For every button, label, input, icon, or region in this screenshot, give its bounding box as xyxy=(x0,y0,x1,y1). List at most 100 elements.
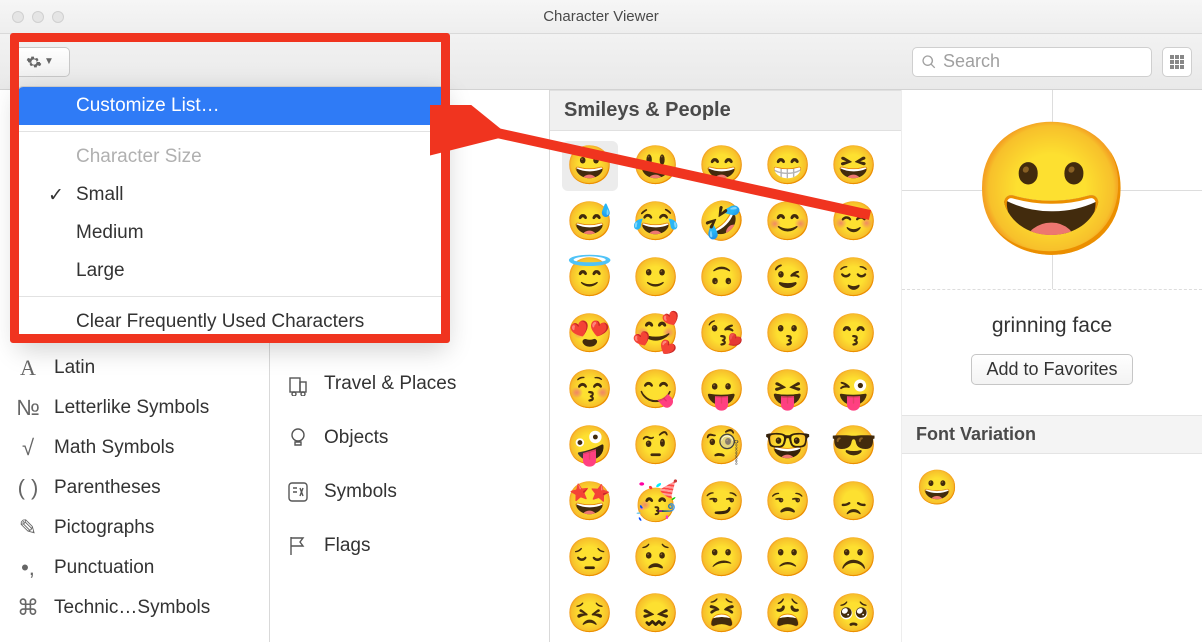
emoji-cell[interactable]: 😏 xyxy=(694,477,750,527)
emoji-cell[interactable]: 😎 xyxy=(826,421,882,471)
numero-icon: № xyxy=(14,394,42,422)
emoji-cell[interactable]: 😟 xyxy=(628,533,684,583)
menu-customize-list[interactable]: Customize List… xyxy=(18,87,446,125)
emoji-cell[interactable]: 😃 xyxy=(628,141,684,191)
window-title: Character Viewer xyxy=(543,8,659,25)
emoji-cell[interactable]: 😁 xyxy=(760,141,816,191)
category-parentheses[interactable]: ( ) Parentheses xyxy=(0,468,269,508)
emoji-cell[interactable]: 😞 xyxy=(826,477,882,527)
traffic-close[interactable] xyxy=(12,11,24,23)
emoji-cell[interactable]: 😘 xyxy=(694,309,750,359)
category-label: Letterlike Symbols xyxy=(54,397,209,419)
emoji-category-travel[interactable]: Travel & Places xyxy=(270,364,549,404)
titlebar: Character Viewer xyxy=(0,0,1202,34)
settings-menu-button[interactable]: ▼ xyxy=(10,47,70,77)
emoji-cell[interactable]: 🥳 xyxy=(628,477,684,527)
emoji-cell[interactable]: 🤩 xyxy=(562,477,618,527)
category-label: Math Symbols xyxy=(54,437,174,459)
punct-icon: •, xyxy=(14,554,42,582)
character-grid-column: Smileys & People 😀😃😄😁😆 😅😂🤣😊☺️ 😇🙂🙃😉😌 😍🥰😘😗😙 😚😋… xyxy=(550,90,902,642)
category-label: Punctuation xyxy=(54,557,154,579)
paren-icon: ( ) xyxy=(14,474,42,502)
grid-icon xyxy=(1169,54,1185,70)
menu-size-small[interactable]: ✓ Small xyxy=(18,176,446,214)
emoji-cell[interactable]: 🤨 xyxy=(628,421,684,471)
emoji-category-symbols[interactable]: Symbols xyxy=(270,472,549,512)
symbols-icon xyxy=(284,478,312,506)
emoji-cell[interactable]: 😕 xyxy=(694,533,750,583)
command-icon: ⌘ xyxy=(14,594,42,622)
emoji-cell[interactable]: 😩 xyxy=(760,589,816,639)
menu-size-medium[interactable]: Medium xyxy=(18,214,446,252)
emoji-cell[interactable]: 😔 xyxy=(562,533,618,583)
emoji-cell[interactable]: 😖 xyxy=(628,589,684,639)
pen-icon: ✎ xyxy=(14,514,42,542)
emoji-cell[interactable]: 🙂 xyxy=(628,253,684,303)
emoji-cell[interactable]: 🤓 xyxy=(760,421,816,471)
category-label: Latin xyxy=(54,357,95,379)
flag-icon xyxy=(284,532,312,560)
grid-section-header: Smileys & People xyxy=(550,90,901,131)
emoji-cell[interactable]: 😍 xyxy=(562,309,618,359)
search-icon xyxy=(921,54,937,70)
emoji-cell[interactable]: 🤣 xyxy=(694,197,750,247)
emoji-cell[interactable]: ☺️ xyxy=(826,197,882,247)
emoji-cell[interactable]: ☹️ xyxy=(826,533,882,583)
emoji-category-objects[interactable]: Objects xyxy=(270,418,549,458)
category-label: Objects xyxy=(324,427,388,449)
traffic-minimize[interactable] xyxy=(32,11,44,23)
emoji-cell[interactable]: 🥺 xyxy=(826,589,882,639)
category-pictographs[interactable]: ✎ Pictographs xyxy=(0,508,269,548)
emoji-cell[interactable]: 😫 xyxy=(694,589,750,639)
emoji-cell[interactable]: 😜 xyxy=(826,365,882,415)
emoji-cell[interactable]: 😛 xyxy=(694,365,750,415)
check-icon: ✓ xyxy=(48,184,64,207)
emoji-cell[interactable]: 😝 xyxy=(760,365,816,415)
emoji-cell[interactable]: 😂 xyxy=(628,197,684,247)
emoji-cell[interactable]: 😋 xyxy=(628,365,684,415)
emoji-cell[interactable]: 😚 xyxy=(562,365,618,415)
category-label: Technic…Symbols xyxy=(54,597,210,619)
emoji-cell[interactable]: 😙 xyxy=(826,309,882,359)
font-variation-list: 😀 xyxy=(902,454,1202,522)
emoji-cell[interactable]: 😉 xyxy=(760,253,816,303)
emoji-cell[interactable]: 😄 xyxy=(694,141,750,191)
emoji-cell[interactable]: 😆 xyxy=(826,141,882,191)
emoji-category-flags[interactable]: Flags xyxy=(270,526,549,566)
emoji-cell[interactable]: 😗 xyxy=(760,309,816,359)
emoji-cell[interactable]: 🥰 xyxy=(628,309,684,359)
font-variation-header: Font Variation xyxy=(902,415,1202,454)
letter-a-icon: A xyxy=(14,354,42,382)
emoji-cell[interactable]: 🙁 xyxy=(760,533,816,583)
menu-size-header: Character Size xyxy=(18,138,446,176)
category-punctuation[interactable]: •, Punctuation xyxy=(0,548,269,588)
category-letterlike[interactable]: № Letterlike Symbols xyxy=(0,388,269,428)
search-input[interactable]: Search xyxy=(912,47,1152,77)
emoji-cell[interactable]: 😊 xyxy=(760,197,816,247)
emoji-grid: 😀😃😄😁😆 😅😂🤣😊☺️ 😇🙂🙃😉😌 😍🥰😘😗😙 😚😋😛😝😜 🤪🤨🧐🤓😎 🤩🥳😏😒😞 😔😟😕🙁… xyxy=(550,131,901,642)
emoji-cell[interactable]: 😀 xyxy=(562,141,618,191)
character-detail-panel: 😀 grinning face Add to Favorites Font Va… xyxy=(902,90,1202,642)
emoji-cell[interactable]: 🙃 xyxy=(694,253,750,303)
add-to-favorites-button[interactable]: Add to Favorites xyxy=(971,354,1132,385)
emoji-cell[interactable]: 😒 xyxy=(760,477,816,527)
emoji-cell[interactable]: 😅 xyxy=(562,197,618,247)
category-math[interactable]: √ Math Symbols xyxy=(0,428,269,468)
collapse-to-palette-button[interactable] xyxy=(1162,47,1192,77)
emoji-cell[interactable]: 😣 xyxy=(562,589,618,639)
traffic-zoom[interactable] xyxy=(52,11,64,23)
emoji-cell[interactable]: 😇 xyxy=(562,253,618,303)
sqrt-icon: √ xyxy=(14,434,42,462)
category-technical[interactable]: ⌘ Technic…Symbols xyxy=(0,588,269,628)
emoji-cell[interactable]: 😌 xyxy=(826,253,882,303)
font-variation-item[interactable]: 😀 xyxy=(916,469,958,507)
emoji-cell[interactable]: 🧐 xyxy=(694,421,750,471)
bulb-icon xyxy=(284,424,312,452)
menu-size-large[interactable]: Large xyxy=(18,252,446,290)
character-preview: 😀 xyxy=(902,90,1202,290)
category-latin[interactable]: A Latin xyxy=(0,348,269,388)
category-label: Parentheses xyxy=(54,477,161,499)
emoji-cell[interactable]: 🤪 xyxy=(562,421,618,471)
preview-glyph: 😀 xyxy=(971,113,1133,266)
menu-clear-frequently-used[interactable]: Clear Frequently Used Characters xyxy=(18,303,446,341)
